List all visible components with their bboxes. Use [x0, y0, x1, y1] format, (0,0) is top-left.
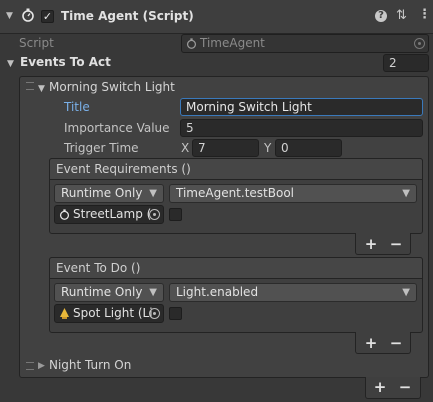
script-value: TimeAgent — [200, 36, 265, 50]
more-menu-icon[interactable]: ⋮ — [418, 7, 431, 22]
script-field: TimeAgent — [181, 34, 429, 53]
todo-function-dropdown[interactable]: Light.enabled ▼ — [169, 283, 417, 302]
requirements-header-text: Event Requirements () — [56, 162, 191, 176]
events-remove-button[interactable]: − — [394, 377, 416, 397]
events-add-button[interactable]: + — [369, 377, 391, 397]
help-icon[interactable]: ? — [375, 10, 387, 22]
requirements-runtime-value: Runtime Only — [61, 186, 143, 200]
requirements-header: Event Requirements () — [49, 158, 423, 180]
spotlight-icon — [60, 308, 69, 319]
drag-handle-icon[interactable] — [26, 362, 34, 370]
requirements-bool-checkbox[interactable] — [169, 208, 182, 221]
foldout-arrow-icon[interactable]: ▼ — [6, 11, 13, 21]
importance-label: Importance Value — [64, 121, 170, 135]
event0-name[interactable]: Morning Switch Light — [49, 80, 175, 94]
x-label[interactable]: X — [181, 141, 189, 155]
script-label: Script — [19, 36, 54, 50]
todo-add-button[interactable]: + — [360, 333, 382, 353]
object-picker-icon[interactable] — [149, 209, 160, 220]
y-label[interactable]: Y — [264, 141, 271, 155]
title-label: Title — [64, 100, 90, 114]
todo-header-text: Event To Do () — [56, 261, 141, 275]
title-input[interactable]: Morning Switch Light — [180, 98, 423, 116]
drag-handle-icon[interactable] — [26, 82, 34, 90]
event1-foldout-icon[interactable]: ▶ — [38, 361, 45, 371]
todo-function-value: Light.enabled — [176, 285, 259, 299]
todo-runtime-value: Runtime Only — [61, 285, 143, 299]
trigger-time-label: Trigger Time — [64, 141, 139, 155]
object-picker-icon[interactable] — [149, 308, 160, 319]
component-title: Time Agent (Script) — [61, 9, 194, 23]
events-foldout-icon[interactable]: ▼ — [7, 59, 14, 69]
todo-object-field[interactable]: Spot Light (Li — [54, 304, 164, 323]
requirements-object-value: StreetLamp ( — [73, 207, 152, 221]
preset-icon[interactable]: ⇅ — [396, 8, 407, 23]
events-count-field[interactable]: 2 — [383, 54, 429, 72]
todo-runtime-dropdown[interactable]: Runtime Only ▼ — [54, 283, 164, 302]
requirements-function-dropdown[interactable]: TimeAgent.testBool ▼ — [169, 184, 417, 203]
stopwatch-icon — [59, 209, 70, 220]
component-enabled-checkbox[interactable]: ✓ — [41, 10, 54, 23]
events-to-act-label[interactable]: Events To Act — [20, 55, 111, 69]
y-input[interactable]: 0 — [275, 139, 342, 157]
stopwatch-icon — [21, 8, 35, 22]
object-picker-icon — [414, 38, 425, 49]
requirements-add-button[interactable]: + — [360, 234, 382, 254]
todo-remove-button[interactable]: − — [385, 333, 407, 353]
importance-input[interactable]: 5 — [180, 119, 423, 137]
todo-bool-checkbox[interactable] — [169, 307, 182, 320]
event0-foldout-icon[interactable]: ▼ — [38, 84, 45, 94]
chevron-down-icon: ▼ — [149, 287, 157, 298]
todo-object-value: Spot Light (Li — [73, 306, 153, 320]
requirements-runtime-dropdown[interactable]: Runtime Only ▼ — [54, 184, 164, 203]
requirements-function-value: TimeAgent.testBool — [176, 186, 294, 200]
chevron-down-icon: ▼ — [402, 287, 410, 298]
requirements-object-field[interactable]: StreetLamp ( — [54, 205, 164, 224]
chevron-down-icon: ▼ — [402, 188, 410, 199]
script-stopwatch-icon — [186, 38, 197, 49]
x-input[interactable]: 7 — [192, 139, 259, 157]
requirements-remove-button[interactable]: − — [385, 234, 407, 254]
event1-name[interactable]: Night Turn On — [49, 358, 131, 372]
todo-header: Event To Do () — [49, 257, 423, 279]
chevron-down-icon: ▼ — [149, 188, 157, 199]
